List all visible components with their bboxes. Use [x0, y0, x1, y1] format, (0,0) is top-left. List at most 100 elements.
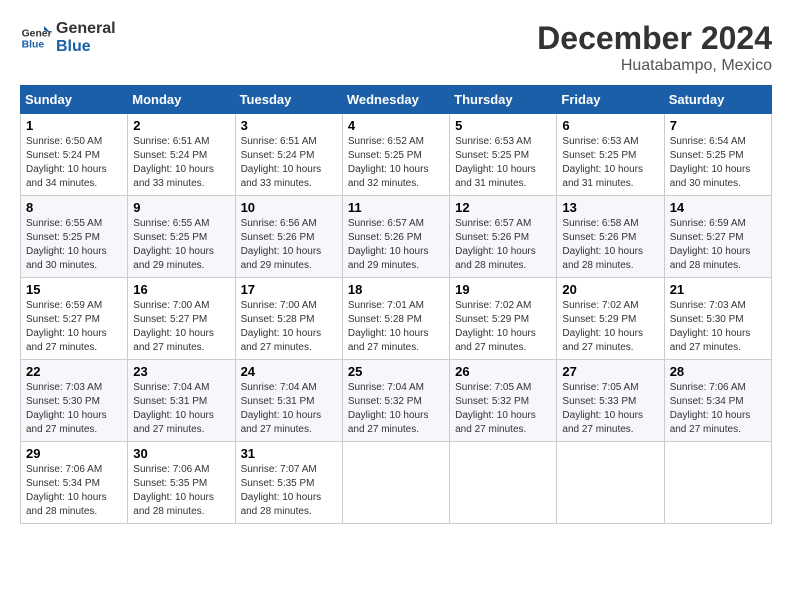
- day-info: Sunrise: 6:53 AM Sunset: 5:25 PM Dayligh…: [562, 135, 658, 191]
- title-area: December 2024 Huatabampo, Mexico: [537, 20, 772, 75]
- day-number: 4: [348, 118, 444, 133]
- day-info: Sunrise: 7:06 AM Sunset: 5:34 PM Dayligh…: [26, 463, 122, 519]
- calendar-cell: 30 Sunrise: 7:06 AM Sunset: 5:35 PM Dayli…: [128, 442, 235, 524]
- day-number: 22: [26, 364, 122, 379]
- main-title: December 2024: [537, 20, 772, 57]
- day-number: 18: [348, 282, 444, 297]
- day-number: 17: [241, 282, 337, 297]
- header: General Blue General Blue December 2024 …: [20, 20, 772, 75]
- day-info: Sunrise: 7:02 AM Sunset: 5:29 PM Dayligh…: [562, 299, 658, 355]
- calendar-cell: 17Sunrise: 7:00 AM Sunset: 5:28 PM Dayli…: [235, 278, 342, 360]
- day-number: 25: [348, 364, 444, 379]
- day-info: Sunrise: 7:03 AM Sunset: 5:30 PM Dayligh…: [26, 381, 122, 437]
- day-number: 27: [562, 364, 658, 379]
- day-number: 11: [348, 200, 444, 215]
- calendar-cell: 28 Sunrise: 7:06 AM Sunset: 5:34 PM Dayli…: [664, 360, 771, 442]
- day-info: Sunrise: 6:56 AM Sunset: 5:26 PM Dayligh…: [241, 217, 337, 273]
- day-number: 10: [241, 200, 337, 215]
- day-number: 13: [562, 200, 658, 215]
- day-number: 2: [133, 118, 229, 133]
- day-info: Sunrise: 7:02 AM Sunset: 5:29 PM Dayligh…: [455, 299, 551, 355]
- calendar-cell: [342, 442, 449, 524]
- calendar-body: 1Sunrise: 6:50 AM Sunset: 5:24 PM Daylig…: [21, 114, 772, 524]
- day-info: Sunrise: 6:58 AM Sunset: 5:26 PM Dayligh…: [562, 217, 658, 273]
- day-number: 14: [670, 200, 766, 215]
- day-info: Sunrise: 7:05 AM Sunset: 5:32 PM Dayligh…: [455, 381, 551, 437]
- day-number: 7: [670, 118, 766, 133]
- day-number: 20: [562, 282, 658, 297]
- day-number: 1: [26, 118, 122, 133]
- logo-general: General: [56, 20, 116, 38]
- calendar-cell: 11 Sunrise: 6:57 AM Sunset: 5:26 PM Dayli…: [342, 196, 449, 278]
- calendar-cell: 18 Sunrise: 7:01 AM Sunset: 5:28 PM Dayli…: [342, 278, 449, 360]
- calendar-week-3: 15 Sunrise: 6:59 AM Sunset: 5:27 PM Dayli…: [21, 278, 772, 360]
- calendar-week-4: 22 Sunrise: 7:03 AM Sunset: 5:30 PM Dayli…: [21, 360, 772, 442]
- calendar-cell: 6 Sunrise: 6:53 AM Sunset: 5:25 PM Daylig…: [557, 114, 664, 196]
- calendar-cell: 27 Sunrise: 7:05 AM Sunset: 5:33 PM Dayli…: [557, 360, 664, 442]
- calendar-header-tuesday: Tuesday: [235, 86, 342, 114]
- calendar-cell: [664, 442, 771, 524]
- day-info: Sunrise: 7:06 AM Sunset: 5:34 PM Dayligh…: [670, 381, 766, 437]
- day-info: Sunrise: 7:01 AM Sunset: 5:28 PM Dayligh…: [348, 299, 444, 355]
- calendar-cell: 23 Sunrise: 7:04 AM Sunset: 5:31 PM Dayli…: [128, 360, 235, 442]
- calendar-cell: 14 Sunrise: 6:59 AM Sunset: 5:27 PM Dayli…: [664, 196, 771, 278]
- day-info: Sunrise: 6:51 AM Sunset: 5:24 PM Dayligh…: [133, 135, 229, 191]
- calendar-cell: 10 Sunrise: 6:56 AM Sunset: 5:26 PM Dayli…: [235, 196, 342, 278]
- calendar-cell: 21 Sunrise: 7:03 AM Sunset: 5:30 PM Dayli…: [664, 278, 771, 360]
- calendar-header-thursday: Thursday: [450, 86, 557, 114]
- day-info: Sunrise: 7:06 AM Sunset: 5:35 PM Dayligh…: [133, 463, 229, 519]
- day-info: Sunrise: 6:57 AM Sunset: 5:26 PM Dayligh…: [455, 217, 551, 273]
- calendar-header-saturday: Saturday: [664, 86, 771, 114]
- day-info: Sunrise: 6:53 AM Sunset: 5:25 PM Dayligh…: [455, 135, 551, 191]
- day-number: 29: [26, 446, 122, 461]
- calendar-cell: 29 Sunrise: 7:06 AM Sunset: 5:34 PM Dayli…: [21, 442, 128, 524]
- calendar-cell: 5 Sunrise: 6:53 AM Sunset: 5:25 PM Daylig…: [450, 114, 557, 196]
- calendar-cell: 24 Sunrise: 7:04 AM Sunset: 5:31 PM Dayli…: [235, 360, 342, 442]
- calendar-cell: 15 Sunrise: 6:59 AM Sunset: 5:27 PM Dayli…: [21, 278, 128, 360]
- day-info: Sunrise: 6:55 AM Sunset: 5:25 PM Dayligh…: [26, 217, 122, 273]
- calendar-cell: 12 Sunrise: 6:57 AM Sunset: 5:26 PM Dayli…: [450, 196, 557, 278]
- day-number: 5: [455, 118, 551, 133]
- logo-blue: Blue: [56, 38, 116, 56]
- calendar-week-5: 29 Sunrise: 7:06 AM Sunset: 5:34 PM Dayli…: [21, 442, 772, 524]
- day-info: Sunrise: 6:54 AM Sunset: 5:25 PM Dayligh…: [670, 135, 766, 191]
- calendar-cell: 26 Sunrise: 7:05 AM Sunset: 5:32 PM Dayli…: [450, 360, 557, 442]
- day-number: 24: [241, 364, 337, 379]
- day-info: Sunrise: 6:59 AM Sunset: 5:27 PM Dayligh…: [26, 299, 122, 355]
- day-number: 26: [455, 364, 551, 379]
- calendar-cell: 13 Sunrise: 6:58 AM Sunset: 5:26 PM Dayli…: [557, 196, 664, 278]
- calendar-cell: 8Sunrise: 6:55 AM Sunset: 5:25 PM Daylig…: [21, 196, 128, 278]
- day-info: Sunrise: 7:04 AM Sunset: 5:31 PM Dayligh…: [241, 381, 337, 437]
- calendar-cell: 16 Sunrise: 7:00 AM Sunset: 5:27 PM Dayli…: [128, 278, 235, 360]
- day-number: 6: [562, 118, 658, 133]
- day-info: Sunrise: 6:59 AM Sunset: 5:27 PM Dayligh…: [670, 217, 766, 273]
- day-info: Sunrise: 7:03 AM Sunset: 5:30 PM Dayligh…: [670, 299, 766, 355]
- day-info: Sunrise: 6:55 AM Sunset: 5:25 PM Dayligh…: [133, 217, 229, 273]
- calendar-cell: [450, 442, 557, 524]
- day-number: 30: [133, 446, 229, 461]
- day-info: Sunrise: 6:57 AM Sunset: 5:26 PM Dayligh…: [348, 217, 444, 273]
- calendar-cell: 9Sunrise: 6:55 AM Sunset: 5:25 PM Daylig…: [128, 196, 235, 278]
- calendar-cell: 20 Sunrise: 7:02 AM Sunset: 5:29 PM Dayli…: [557, 278, 664, 360]
- calendar-cell: [557, 442, 664, 524]
- day-number: 19: [455, 282, 551, 297]
- calendar-header-row: SundayMondayTuesdayWednesdayThursdayFrid…: [21, 86, 772, 114]
- logo: General Blue General Blue: [20, 20, 116, 55]
- day-number: 23: [133, 364, 229, 379]
- day-number: 28: [670, 364, 766, 379]
- calendar-header-sunday: Sunday: [21, 86, 128, 114]
- calendar-header-monday: Monday: [128, 86, 235, 114]
- day-number: 15: [26, 282, 122, 297]
- day-info: Sunrise: 7:04 AM Sunset: 5:31 PM Dayligh…: [133, 381, 229, 437]
- calendar-cell: 25Sunrise: 7:04 AM Sunset: 5:32 PM Dayli…: [342, 360, 449, 442]
- calendar-header-friday: Friday: [557, 86, 664, 114]
- day-info: Sunrise: 7:00 AM Sunset: 5:27 PM Dayligh…: [133, 299, 229, 355]
- day-info: Sunrise: 7:05 AM Sunset: 5:33 PM Dayligh…: [562, 381, 658, 437]
- day-number: 16: [133, 282, 229, 297]
- calendar-cell: 2 Sunrise: 6:51 AM Sunset: 5:24 PM Daylig…: [128, 114, 235, 196]
- calendar-week-2: 8Sunrise: 6:55 AM Sunset: 5:25 PM Daylig…: [21, 196, 772, 278]
- calendar-cell: 4Sunrise: 6:52 AM Sunset: 5:25 PM Daylig…: [342, 114, 449, 196]
- day-number: 21: [670, 282, 766, 297]
- day-number: 12: [455, 200, 551, 215]
- svg-text:Blue: Blue: [22, 39, 45, 50]
